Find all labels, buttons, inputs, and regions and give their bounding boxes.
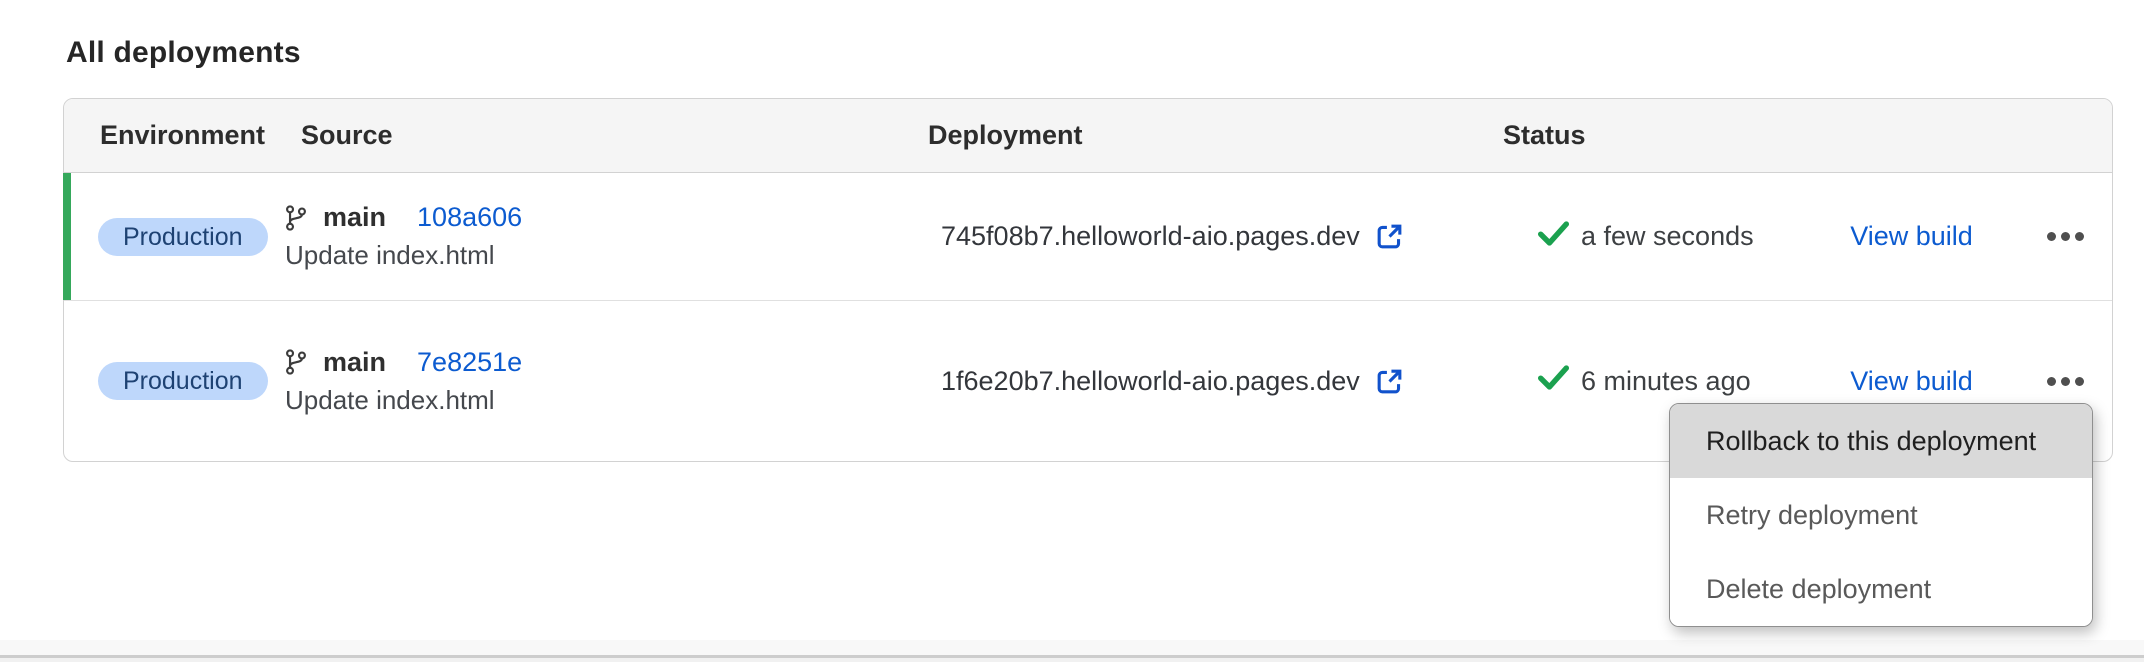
open-deployment-link[interactable] xyxy=(1374,366,1405,397)
deployment-cell: 1f6e20b7.helloworld-aio.pages.dev xyxy=(941,366,1504,397)
section-divider xyxy=(0,658,2144,662)
environment-badge: Production xyxy=(98,218,268,256)
open-deployment-link[interactable] xyxy=(1374,221,1405,252)
status-cell: 6 minutes ago xyxy=(1504,364,1804,398)
column-header-environment: Environment xyxy=(100,120,301,151)
external-link-icon xyxy=(1374,366,1405,397)
commit-hash-link[interactable]: 7e8251e xyxy=(417,347,522,378)
deployment-row: Production main 108a606 Update index.htm… xyxy=(64,173,2112,301)
table-header-row: Environment Source Deployment Status xyxy=(64,99,2112,173)
menu-item-retry[interactable]: Retry deployment xyxy=(1670,478,2092,552)
deployment-actions-menu: Rollback to this deployment Retry deploy… xyxy=(1669,403,2093,627)
active-deployment-indicator xyxy=(63,173,71,300)
status-cell: a few seconds xyxy=(1504,220,1804,254)
deployment-url: 1f6e20b7.helloworld-aio.pages.dev xyxy=(941,366,1360,397)
commit-hash-link[interactable]: 108a606 xyxy=(417,202,522,233)
check-icon xyxy=(1537,364,1570,398)
view-build-link[interactable]: View build xyxy=(1850,221,1973,252)
source-cell: main 108a606 Update index.html xyxy=(285,202,941,271)
view-build-link[interactable]: View build xyxy=(1850,366,1973,397)
status-time: a few seconds xyxy=(1581,221,1754,252)
status-time: 6 minutes ago xyxy=(1581,366,1751,397)
git-branch-icon xyxy=(285,349,307,375)
page-title: All deployments xyxy=(66,36,301,70)
commit-message: Update index.html xyxy=(285,385,941,416)
check-icon xyxy=(1537,220,1570,254)
deployment-actions-button[interactable] xyxy=(2041,369,2090,394)
source-cell: main 7e8251e Update index.html xyxy=(285,347,941,416)
column-header-deployment: Deployment xyxy=(928,120,1503,151)
ellipsis-menu-icon xyxy=(2047,377,2084,386)
section-divider xyxy=(0,640,2144,655)
environment-badge: Production xyxy=(98,362,268,400)
deployment-cell: 745f08b7.helloworld-aio.pages.dev xyxy=(941,221,1504,252)
column-header-status: Status xyxy=(1503,120,2112,151)
commit-message: Update index.html xyxy=(285,240,941,271)
deployment-url: 745f08b7.helloworld-aio.pages.dev xyxy=(941,221,1360,252)
branch-name: main xyxy=(323,347,386,378)
external-link-icon xyxy=(1374,221,1405,252)
ellipsis-menu-icon xyxy=(2047,232,2084,241)
branch-name: main xyxy=(323,202,386,233)
deployment-actions-button[interactable] xyxy=(2041,224,2090,249)
column-header-source: Source xyxy=(301,120,928,151)
menu-item-rollback[interactable]: Rollback to this deployment xyxy=(1670,404,2092,478)
menu-item-delete[interactable]: Delete deployment xyxy=(1670,552,2092,626)
git-branch-icon xyxy=(285,205,307,231)
